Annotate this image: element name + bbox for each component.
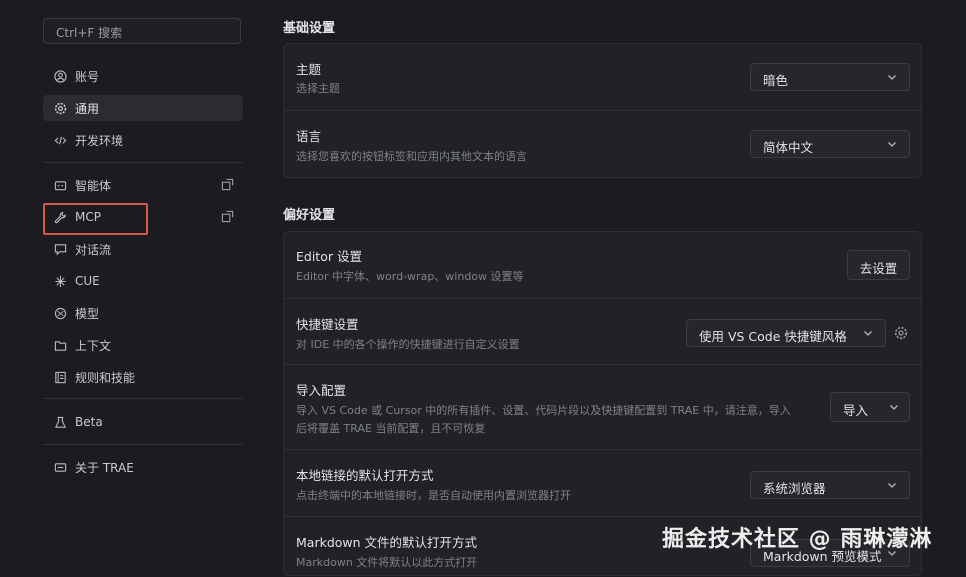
sidebar-item-label: 模型 xyxy=(75,306,100,321)
sidebar-item-label: 关于 TRAE xyxy=(75,460,134,475)
sidebar-item-label: 规则和技能 xyxy=(75,370,136,385)
user-circle-icon xyxy=(53,69,67,83)
setting-row-language: 语言 选择您喜欢的按钮标签和应用内其他文本的语言 简体中文 xyxy=(284,111,921,178)
rules-icon xyxy=(53,370,67,384)
setting-row-shortcuts: 快捷键设置 对 IDE 中的各个操作的快捷键进行自定义设置 使用 VS Code… xyxy=(284,299,921,365)
theme-select[interactable]: 暗色 xyxy=(750,63,910,91)
info-icon xyxy=(53,460,67,474)
sidebar-item-models[interactable]: 模型 xyxy=(43,300,243,326)
sidebar-item-context[interactable]: 上下文 xyxy=(43,332,243,358)
import-button[interactable]: 导入 xyxy=(830,392,910,422)
setting-row-local-link: 本地链接的默认打开方式 点击终端中的本地链接时，是否自动使用内置浏览器打开 系统… xyxy=(284,450,921,517)
local-link-open-select[interactable]: 系统浏览器 xyxy=(750,471,910,499)
setting-description: 对 IDE 中的各个操作的快捷键进行自定义设置 xyxy=(296,338,520,351)
sidebar-item-label: 开发环境 xyxy=(75,133,124,148)
sidebar-divider xyxy=(43,162,243,163)
model-icon xyxy=(53,306,67,320)
sidebar-item-dev-env[interactable]: 开发环境 xyxy=(43,127,243,153)
section-title-basic: 基础设置 xyxy=(283,21,336,36)
select-value: 简体中文 xyxy=(763,140,814,155)
shortcut-style-select[interactable]: 使用 VS Code 快捷键风格 xyxy=(686,319,886,347)
setting-row-editor: Editor 设置 Editor 中字体、word-wrap、window 设置… xyxy=(284,232,921,299)
gear-icon xyxy=(53,101,67,115)
settings-sidebar: Ctrl+F 搜索 账号 通用 开发环境 智能体 MCP 对话流 CUE 模型 … xyxy=(0,0,268,569)
open-external-icon[interactable] xyxy=(221,210,235,224)
language-select[interactable]: 简体中文 xyxy=(750,130,910,158)
chevron-down-icon xyxy=(889,404,899,411)
code-icon xyxy=(53,133,67,147)
select-value: 系统浏览器 xyxy=(763,481,826,496)
setting-row-import: 导入配置 导入 VS Code 或 Cursor 中的所有插件、设置、代码片段以… xyxy=(284,365,921,450)
setting-label: 主题 xyxy=(296,62,322,77)
sidebar-item-label: 账号 xyxy=(75,69,100,84)
sidebar-item-label: 上下文 xyxy=(75,338,112,353)
sidebar-item-account[interactable]: 账号 xyxy=(43,63,243,89)
chat-icon xyxy=(53,242,67,256)
setting-description: 点击终端中的本地链接时，是否自动使用内置浏览器打开 xyxy=(296,489,571,502)
sidebar-item-label: 对话流 xyxy=(75,242,112,257)
sidebar-item-cue[interactable]: CUE xyxy=(43,268,243,294)
section-title-preferences: 偏好设置 xyxy=(283,208,336,223)
go-settings-button[interactable]: 去设置 xyxy=(847,250,910,280)
button-label: 导入 xyxy=(843,403,869,418)
setting-description: Editor 中字体、word-wrap、window 设置等 xyxy=(296,270,524,283)
sidebar-item-dialog-flow[interactable]: 对话流 xyxy=(43,236,243,262)
watermark: 掘金技术社区 @ 雨琳濛淋 xyxy=(662,527,933,552)
bot-icon xyxy=(53,178,67,192)
sidebar-divider xyxy=(43,398,243,399)
sidebar-item-label: 通用 xyxy=(75,101,100,116)
setting-description: 选择您喜欢的按钮标签和应用内其他文本的语言 xyxy=(296,150,527,163)
setting-description: 选择主题 xyxy=(296,82,340,95)
sidebar-item-rules-skills[interactable]: 规则和技能 xyxy=(43,364,243,390)
chevron-down-icon xyxy=(887,141,897,148)
sidebar-item-general[interactable]: 通用 xyxy=(43,95,243,121)
setting-label: 本地链接的默认打开方式 xyxy=(296,468,434,483)
chevron-down-icon xyxy=(887,74,897,81)
chevron-down-icon xyxy=(863,330,873,337)
gear-icon[interactable] xyxy=(894,326,908,340)
sidebar-item-agents[interactable]: 智能体 xyxy=(43,172,243,198)
setting-label: Markdown 文件的默认打开方式 xyxy=(296,535,478,550)
setting-description-line2: 后将覆盖 TRAE 当前配置，且不可恢复 xyxy=(296,422,486,435)
open-external-icon[interactable] xyxy=(221,178,235,192)
context-icon xyxy=(53,338,67,352)
select-value: 暗色 xyxy=(763,73,789,88)
setting-label: 快捷键设置 xyxy=(296,317,359,332)
sidebar-item-label: CUE xyxy=(75,274,100,288)
setting-description: 导入 VS Code 或 Cursor 中的所有插件、设置、代码片段以及快捷键配… xyxy=(296,404,791,417)
select-value: 使用 VS Code 快捷键风格 xyxy=(699,329,847,344)
basic-settings-panel: 主题 选择主题 暗色 语言 选择您喜欢的按钮标签和应用内其他文本的语言 简体中文 xyxy=(283,43,922,178)
sidebar-item-label: 智能体 xyxy=(75,178,112,193)
sidebar-item-beta[interactable]: Beta xyxy=(43,409,243,435)
flask-icon xyxy=(53,415,67,429)
sidebar-divider xyxy=(43,444,243,445)
setting-label: Editor 设置 xyxy=(296,249,362,264)
chevron-down-icon xyxy=(887,482,897,489)
sidebar-item-about[interactable]: 关于 TRAE xyxy=(43,454,243,480)
sidebar-item-label: Beta xyxy=(75,415,103,429)
search-input[interactable]: Ctrl+F 搜索 xyxy=(43,18,241,44)
setting-row-theme: 主题 选择主题 暗色 xyxy=(284,44,921,111)
setting-description: Markdown 文件将默认以此方式打开 xyxy=(296,556,478,569)
setting-label: 语言 xyxy=(296,129,322,144)
setting-label: 导入配置 xyxy=(296,383,347,398)
mcp-highlight-box xyxy=(43,203,148,235)
sparkle-icon xyxy=(53,274,67,288)
